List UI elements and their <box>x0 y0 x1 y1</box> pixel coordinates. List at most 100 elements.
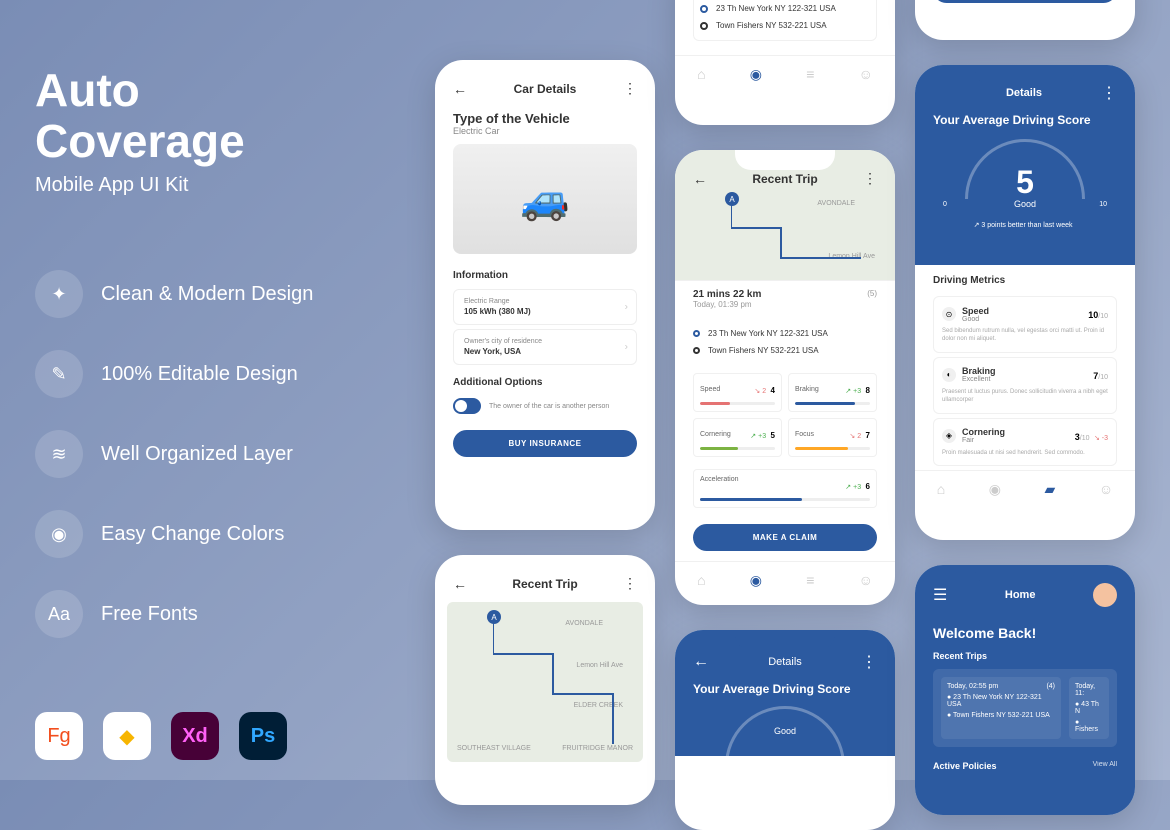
address-end: Town Fishers NY 532-221 USA <box>700 17 870 34</box>
profile-icon[interactable]: ☺ <box>1099 481 1113 498</box>
metric-cornering-card[interactable]: ◈CorneringFair3/10 ↘ -3 Proin malesuada … <box>933 418 1117 466</box>
feature-item: ◉Easy Change Colors <box>35 510 313 558</box>
feature-item: ✦Clean & Modern Design <box>35 270 313 318</box>
gauge-label: Good <box>693 726 877 736</box>
back-icon[interactable]: ← <box>693 171 707 187</box>
phone-details-blue-bottom: ← Details ⋮ Your Average Driving Score G… <box>675 630 895 830</box>
car-icon[interactable]: ≡ <box>806 572 814 589</box>
avatar[interactable] <box>1093 583 1117 607</box>
make-claim-button[interactable]: MAKE A CLAIM <box>693 524 877 551</box>
phone-notch <box>975 565 1075 585</box>
pen-icon: ✎ <box>35 350 83 398</box>
phone-trip-summary-top: 21 mins 22 km Today, 01:39 pm (5) 23 Th … <box>675 0 895 125</box>
dot-icon <box>693 347 700 354</box>
electric-range-card[interactable]: Electric Range 105 kWh (380 MJ) › <box>453 289 637 325</box>
features-list: ✦Clean & Modern Design ✎ 100% Editable De… <box>35 270 313 670</box>
metric-acceleration: Acceleration↗ +3 6 <box>675 463 895 514</box>
menu-icon[interactable]: ⋮ <box>623 575 637 592</box>
metric-speed-card[interactable]: ⊙SpeedGood10/10 Sed bibendum rutrum null… <box>933 296 1117 353</box>
vehicle-type-label: Type of the Vehicle <box>435 111 655 126</box>
city-label: Owner's city of residence <box>464 338 626 345</box>
product-title-2: Coverage <box>35 116 245 167</box>
page-title: Recent Trip <box>512 577 577 591</box>
chevron-right-icon: › <box>625 342 628 353</box>
buy-insurance-button[interactable]: BUY INSURANCE <box>453 430 637 457</box>
location-icon[interactable]: ◉ <box>750 572 762 589</box>
menu-icon[interactable]: ⋮ <box>863 170 877 187</box>
vehicle-type-value: Electric Car <box>435 126 655 136</box>
phone-notch <box>495 60 595 80</box>
metrics-title: Driving Metrics <box>915 265 1135 292</box>
options-label: Additional Options <box>435 369 655 392</box>
trip-card[interactable]: Today, 02:55 pm(4) ● 23 Th New York NY 1… <box>941 677 1061 739</box>
profile-icon[interactable]: ☺ <box>859 572 873 589</box>
chevron-right-icon: › <box>625 302 628 313</box>
location-icon[interactable]: ◉ <box>989 481 1001 498</box>
gauge-trend: ↗ 3 points better than last week <box>974 221 1073 229</box>
menu-icon[interactable]: ⋮ <box>861 652 877 672</box>
page-title: Car Details <box>514 82 577 96</box>
location-icon[interactable]: ◉ <box>750 66 762 83</box>
product-title-1: Auto <box>35 65 245 116</box>
phone-notch <box>975 65 1075 85</box>
phone-home: ☰ Home Welcome Back! Recent Trips Today,… <box>915 565 1135 815</box>
address-start: 23 Th New York NY 122-321 USA <box>700 0 870 17</box>
address-text: 23 Th New York NY 122-321 USA <box>708 329 828 338</box>
address-text: Town Fishers NY 532-221 USA <box>716 21 827 30</box>
hamburger-icon[interactable]: ☰ <box>933 585 947 605</box>
cornering-icon: ◈ <box>942 429 956 443</box>
back-icon[interactable]: ← <box>453 576 467 592</box>
address-text: 23 Th New York NY 122-321 USA <box>716 4 836 13</box>
home-icon[interactable]: ⌂ <box>697 572 705 589</box>
page-title: Details <box>1006 87 1042 99</box>
phone-buy-insurance-partial: BUY INSURANCE <box>915 0 1135 40</box>
page-title: Home <box>947 589 1093 601</box>
phone-notch <box>735 150 835 170</box>
phone-notch <box>495 555 595 575</box>
metric-cornering: Cornering↗ +3 5 <box>693 418 782 457</box>
trip-card[interactable]: Today, 11: ● 43 Th N ● Fishers <box>1069 677 1109 739</box>
trip-info: 21 mins 22 km Today, 01:39 pm (5) 23 Th … <box>675 0 895 47</box>
addresses: 23 Th New York NY 122-321 USA Town Fishe… <box>675 317 895 367</box>
buy-insurance-button[interactable]: BUY INSURANCE <box>933 0 1117 3</box>
owner-toggle-row: The owner of the car is another person <box>435 392 655 420</box>
home-icon[interactable]: ⌂ <box>937 481 945 498</box>
metric-braking-card[interactable]: ◐BrakingExcellent7/10 Praesent ut luctus… <box>933 357 1117 414</box>
phone-driving-score-details: Details ⋮ Your Average Driving Score Goo… <box>915 65 1135 540</box>
map-view[interactable]: AVONDALE Lemon Hill Ave ELDER CREEK SOUT… <box>447 602 643 762</box>
address-end: Town Fishers NY 532-221 USA <box>693 342 877 359</box>
menu-icon[interactable]: ⋮ <box>623 80 637 97</box>
back-icon[interactable]: ← <box>453 81 467 97</box>
city-card[interactable]: Owner's city of residence New York, USA … <box>453 329 637 365</box>
page-title: Details <box>768 656 802 668</box>
address-start: 23 Th New York NY 122-321 USA <box>693 325 877 342</box>
marketing-panel: Auto Coverage Mobile App UI Kit <box>35 65 245 197</box>
feature-item: AaFree Fonts <box>35 590 313 638</box>
score-gauge: Good 5 0↗ 3 points better than last week… <box>933 139 1117 239</box>
car-icon[interactable]: ▰ <box>1045 481 1056 498</box>
menu-icon[interactable]: ⋮ <box>1101 83 1117 103</box>
car-icon[interactable]: ≡ <box>806 66 814 83</box>
product-subtitle: Mobile App UI Kit <box>35 174 245 197</box>
figma-icon: Fg <box>35 712 83 760</box>
feature-label: Easy Change Colors <box>101 523 284 546</box>
owner-toggle[interactable] <box>453 398 481 414</box>
layers-icon: ≋ <box>35 430 83 478</box>
range-label: Electric Range <box>464 298 626 305</box>
back-icon[interactable]: ← <box>693 653 709 671</box>
bottom-nav: ⌂ ◉ ≡ ☺ <box>675 55 895 93</box>
phone-recent-trip-metrics: ← Recent Trip ⋮ AVONDALE Lemon Hill Ave … <box>675 150 895 605</box>
braking-icon: ◐ <box>942 368 956 382</box>
active-policies-label: Active Policies <box>933 761 997 771</box>
xd-icon: Xd <box>171 712 219 760</box>
trip-duration: 21 mins 22 km <box>693 289 761 300</box>
metric-description: Sed bibendum rutrum nulla, vel egestas o… <box>942 327 1108 344</box>
bottom-nav: ⌂ ◉ ▰ ☺ <box>915 470 1135 508</box>
profile-icon[interactable]: ☺ <box>859 66 873 83</box>
view-all-link[interactable]: View All <box>1093 761 1117 771</box>
home-icon[interactable]: ⌂ <box>697 66 705 83</box>
feature-label: 100% Editable Design <box>101 363 298 386</box>
dot-icon <box>693 330 700 337</box>
feature-item: ✎ 100% Editable Design <box>35 350 313 398</box>
bottom-nav: ⌂ ◉ ≡ ☺ <box>675 561 895 599</box>
